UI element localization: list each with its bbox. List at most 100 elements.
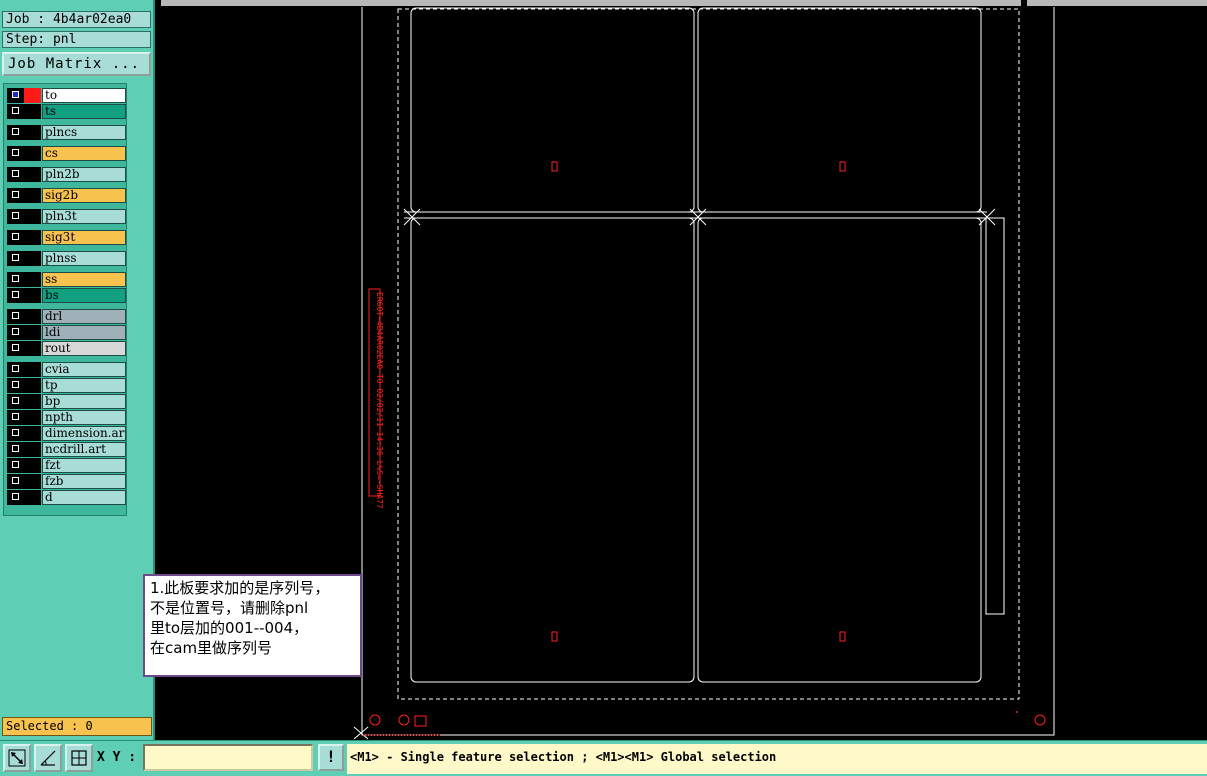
layer-color-swatch (24, 378, 41, 393)
layer-color-swatch (24, 458, 41, 473)
layer-row-ldi[interactable]: ldi (6, 325, 126, 340)
layer-name[interactable]: pln2b (42, 167, 126, 182)
layer-name[interactable]: d (42, 490, 126, 505)
layer-list: to ts plncs cs pln2b sig2b pln3t sig3t plnss ss bs… (3, 83, 127, 516)
layer-name[interactable]: ts (42, 104, 126, 119)
layer-name[interactable]: ldi (42, 325, 126, 340)
layer-color-swatch (24, 426, 41, 441)
layer-checkbox[interactable] (7, 288, 24, 303)
layer-row-tp[interactable]: tp (6, 378, 126, 393)
layer-row-pln3t[interactable]: pln3t (6, 209, 126, 224)
layer-color-swatch (24, 251, 41, 266)
layer-row-ncdrill-art[interactable]: ncdrill.art (6, 442, 126, 457)
layer-checkbox[interactable] (7, 209, 24, 224)
layer-name[interactable]: plncs (42, 125, 126, 140)
layer-name[interactable]: npth (42, 410, 126, 425)
xy-label: X Y : (97, 750, 137, 765)
layer-checkbox[interactable] (7, 474, 24, 489)
selected-count: Selected : 0 (2, 717, 152, 736)
layer-checkbox[interactable] (7, 325, 24, 340)
measure-icon (40, 750, 56, 766)
job-matrix-button[interactable]: Job Matrix ... (2, 52, 151, 76)
layer-row-ss[interactable]: ss (6, 272, 126, 287)
zoom-tool-button[interactable] (3, 744, 31, 772)
panel-outline (361, 0, 1055, 736)
layer-checkbox[interactable] (7, 146, 24, 161)
layer-name[interactable]: fzb (42, 474, 126, 489)
layer-color-swatch (24, 394, 41, 409)
board-outline-2 (697, 7, 982, 213)
layer-row-drl[interactable]: drl (6, 309, 126, 324)
layer-color-swatch (24, 325, 41, 340)
layer-name[interactable]: drl (42, 309, 126, 324)
layer-name[interactable]: cvia (42, 362, 126, 377)
layer-row-rout[interactable]: rout (6, 341, 126, 356)
layer-checkbox[interactable] (7, 309, 24, 324)
layer-checkbox[interactable] (7, 362, 24, 377)
layer-row-to[interactable]: to (6, 88, 126, 103)
layer-checkbox[interactable] (7, 394, 24, 409)
layer-row-sig2b[interactable]: sig2b (6, 188, 126, 203)
layer-row-ts[interactable]: ts (6, 104, 126, 119)
layer-checkbox[interactable] (7, 251, 24, 266)
layer-row-plnss[interactable]: plnss (6, 251, 126, 266)
layer-color-swatch (24, 442, 41, 457)
layer-checkbox[interactable] (7, 167, 24, 182)
zoom-arrow-icon (8, 749, 26, 767)
bottom-toolbar: X Y : ! <M1> - Single feature selection … (0, 740, 1207, 776)
layer-row-cs[interactable]: cs (6, 146, 126, 161)
layer-row-d[interactable]: d (6, 490, 126, 505)
layer-checkbox[interactable] (7, 188, 24, 203)
layer-row-fzt[interactable]: fzt (6, 458, 126, 473)
layer-name[interactable]: dimension.art (42, 426, 126, 441)
layer-checkbox[interactable] (7, 442, 24, 457)
layer-row-cvia[interactable]: cvia (6, 362, 126, 377)
layer-name[interactable]: sig2b (42, 188, 126, 203)
layer-color-swatch (24, 288, 41, 303)
layer-row-bs[interactable]: bs (6, 288, 126, 303)
layer-name[interactable]: sig3t (42, 230, 126, 245)
layer-color-swatch (24, 167, 41, 182)
layer-name[interactable]: bp (42, 394, 126, 409)
grid-icon (71, 750, 87, 766)
layer-name[interactable]: to (42, 88, 126, 103)
layer-row-npth[interactable]: npth (6, 410, 126, 425)
layer-checkbox[interactable] (7, 378, 24, 393)
layer-row-fzb[interactable]: fzb (6, 474, 126, 489)
layer-name[interactable]: ncdrill.art (42, 442, 126, 457)
layer-row-plncs[interactable]: plncs (6, 125, 126, 140)
layer-color-swatch (24, 474, 41, 489)
layer-row-pln2b[interactable]: pln2b (6, 167, 126, 182)
xy-coordinate-input[interactable] (143, 744, 313, 771)
layer-row-dimension-art[interactable]: dimension.art (6, 426, 126, 441)
layer-name[interactable]: cs (42, 146, 126, 161)
layer-name[interactable]: tp (42, 378, 126, 393)
measure-tool-button[interactable] (34, 744, 62, 772)
layer-checkbox[interactable] (7, 426, 24, 441)
layer-name[interactable]: plnss (42, 251, 126, 266)
layer-name[interactable]: fzt (42, 458, 126, 473)
layer-checkbox[interactable] (7, 88, 24, 103)
layer-checkbox[interactable] (7, 272, 24, 287)
layer-checkbox[interactable] (7, 458, 24, 473)
snap-grid-button[interactable] (65, 744, 93, 772)
top-scrollbar[interactable] (155, 0, 1207, 7)
layer-name[interactable]: bs (42, 288, 126, 303)
fiducial-crosses (353, 208, 996, 740)
layer-checkbox[interactable] (7, 341, 24, 356)
layer-checkbox[interactable] (7, 104, 24, 119)
layer-row-bp[interactable]: bp (6, 394, 126, 409)
layer-name[interactable]: ss (42, 272, 126, 287)
layer-color-swatch (24, 230, 41, 245)
layer-checkbox[interactable] (7, 490, 24, 505)
layer-checkbox[interactable] (7, 230, 24, 245)
layer-row-sig3t[interactable]: sig3t (6, 230, 126, 245)
board-outline-1 (410, 7, 695, 213)
layer-name[interactable]: pln3t (42, 209, 126, 224)
alert-button[interactable]: ! (318, 744, 344, 771)
layer-checkbox[interactable] (7, 125, 24, 140)
layer-checkbox[interactable] (7, 410, 24, 425)
layer-name[interactable]: rout (42, 341, 126, 356)
annotation-note: 1.此板要求加的是序列号， 不是位置号，请删除pnl 里to层加的001--00… (143, 574, 362, 677)
layer-color-swatch (24, 104, 41, 119)
